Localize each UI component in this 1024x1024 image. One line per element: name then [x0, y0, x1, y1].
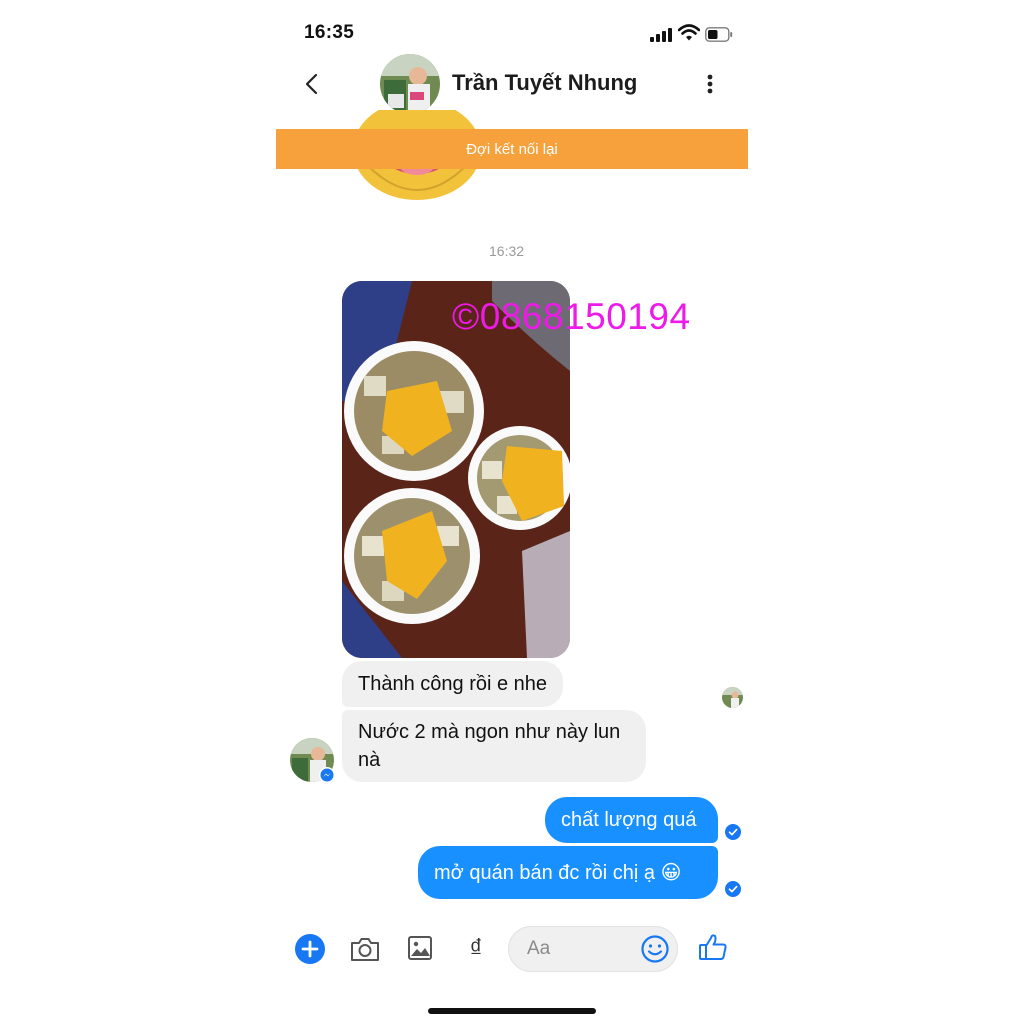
gallery-icon[interactable] [406, 934, 434, 962]
battery-icon [705, 27, 733, 42]
wifi-icon [678, 24, 700, 41]
sender-avatar[interactable] [290, 738, 334, 782]
thumbs-up-icon[interactable] [698, 932, 728, 962]
currency-icon[interactable]: ₫ [463, 930, 489, 966]
reconnecting-banner: Đợi kết nối lại [276, 129, 748, 169]
outgoing-message[interactable]: chất lượng quá [545, 797, 718, 843]
status-time: 16:35 [304, 22, 355, 43]
seen-avatar [722, 687, 743, 708]
timestamp-text: 16:32 [489, 243, 525, 259]
contact-name[interactable]: Trần Tuyết Nhung [452, 70, 637, 96]
incoming-message[interactable]: Nước 2 mà ngon như này lun nà [342, 710, 646, 782]
photo-watermark: ©0868150194 [452, 296, 691, 337]
message-input-placeholder[interactable]: Aa [527, 938, 550, 960]
emoji-icon[interactable] [640, 934, 670, 964]
plus-icon[interactable] [294, 933, 326, 965]
incoming-message[interactable]: Thành công rồi e nhe [342, 661, 564, 707]
delivered-check-icon [725, 881, 741, 897]
camera-icon[interactable] [349, 934, 381, 964]
delivered-check-icon [725, 824, 741, 840]
more-vertical-icon[interactable] [700, 70, 720, 98]
back-chevron-icon[interactable] [300, 70, 324, 98]
signal-icon [650, 28, 672, 42]
outgoing-message[interactable]: mở quán bán đc rồi chị ạ 😀 [418, 846, 718, 899]
home-indicator [428, 1008, 596, 1014]
contact-avatar[interactable] [380, 54, 440, 114]
